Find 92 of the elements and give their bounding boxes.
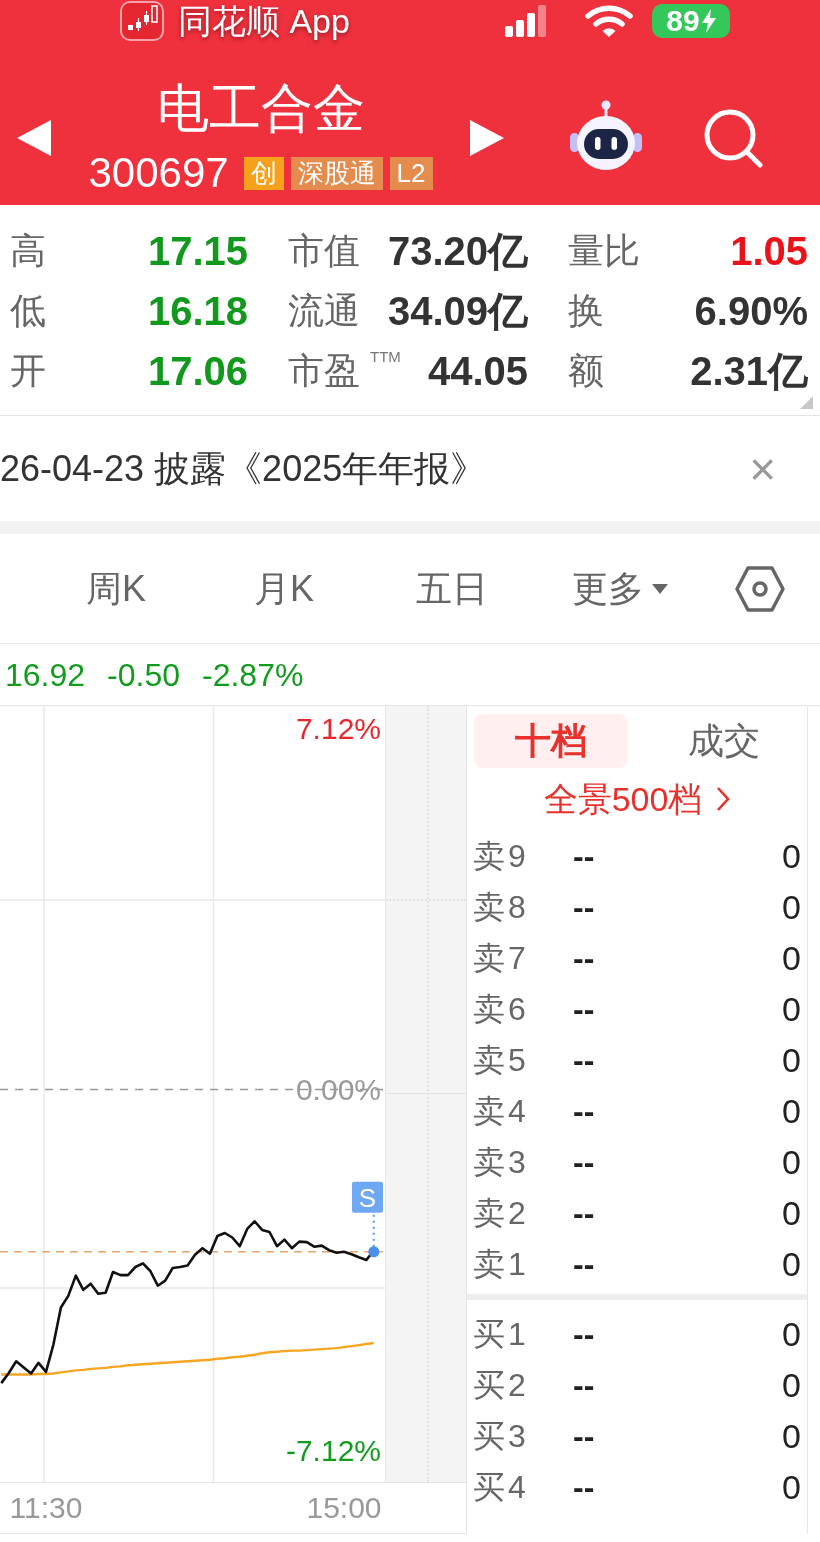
stat-value: 44.05 [427, 351, 528, 391]
wifi-icon [585, 4, 633, 38]
time-label: 11:30 [9, 1490, 83, 1526]
stock-code: 300697 [88, 154, 229, 192]
robot-assistant-icon[interactable] [568, 100, 644, 172]
stat-label: 市值 [288, 231, 360, 271]
level-price: -- [573, 1145, 595, 1178]
axis-label: -7.12% [285, 1434, 381, 1468]
level-label: 卖8 [473, 890, 530, 923]
level-label: 卖9 [473, 839, 530, 872]
level-price: -- [573, 941, 595, 974]
stat-value: 2.31亿 [690, 351, 808, 391]
annotation: S [358, 1182, 377, 1213]
level-price: -- [573, 839, 595, 872]
order-book-tab[interactable]: 十档 [474, 714, 627, 768]
level-price: -- [573, 1419, 595, 1452]
level-price: -- [573, 1043, 595, 1076]
level-price: -- [573, 1196, 595, 1229]
level-label: 买2 [473, 1368, 530, 1401]
stat-label: 开 [10, 351, 46, 391]
signal-icon [505, 5, 547, 37]
level-price: -- [573, 890, 595, 923]
level-price: -- [573, 1247, 595, 1280]
search-icon[interactable] [702, 108, 764, 168]
period-tab[interactable]: 周K [32, 570, 200, 607]
level-label: 卖3 [473, 1145, 530, 1178]
level-price: -- [573, 992, 595, 1025]
period-tab[interactable]: 五日 [368, 570, 536, 607]
level-volume: 0 [782, 1246, 801, 1281]
level-label: 卖6 [473, 992, 530, 1025]
stat-value: 17.15 [147, 231, 248, 271]
stat-value: 17.06 [147, 351, 248, 391]
level-volume: 0 [782, 1093, 801, 1128]
chevron-right-icon [716, 786, 731, 812]
level-volume: 0 [782, 1042, 801, 1077]
order-book-tab[interactable]: 成交 [647, 714, 800, 768]
level-volume: 0 [782, 889, 801, 924]
time-label: 15:00 [306, 1490, 382, 1526]
market-tag: L2 [389, 156, 433, 190]
level-volume: 0 [782, 1144, 801, 1179]
market-tag: 创 [243, 156, 284, 190]
stat-value: 1.05 [730, 231, 808, 271]
last-price: 16.92 [5, 658, 86, 691]
level-volume: 0 [782, 1418, 801, 1453]
level-label: 卖5 [473, 1043, 530, 1076]
app-icon [120, 1, 164, 41]
stat-label: 额 [568, 351, 604, 391]
stat-label: 换 [568, 291, 604, 331]
level-price: -- [573, 1317, 595, 1350]
market-tag: 深股通 [290, 156, 383, 190]
level-volume: 0 [782, 1195, 801, 1230]
level-volume: 0 [782, 991, 801, 1026]
caret-icon [652, 583, 668, 594]
stat-value: 16.18 [147, 291, 248, 331]
stat-label: 流通 [288, 291, 360, 331]
right-triangle-icon[interactable] [470, 120, 504, 156]
level-volume: 0 [782, 838, 801, 873]
level-label: 卖2 [473, 1196, 530, 1229]
level-label: 买1 [473, 1317, 530, 1350]
level-label: 买3 [473, 1419, 530, 1452]
stat-label: 市盈$^{TTM}$ [288, 351, 401, 391]
percent-change: -2.87% [202, 658, 304, 691]
battery-level: 89 [666, 6, 700, 36]
period-tab[interactable]: 月K [200, 570, 368, 607]
level-label: 买4 [473, 1470, 530, 1503]
level-volume: 0 [782, 1367, 801, 1402]
level-volume: 0 [782, 940, 801, 975]
level-label: 卖7 [473, 941, 530, 974]
level-volume: 0 [782, 1316, 801, 1351]
axis-label: 7.12% [295, 711, 381, 745]
stat-label: 低 [10, 291, 46, 331]
full-depth-link[interactable]: 全景500档 [543, 782, 731, 816]
stat-value: 6.90% [694, 291, 808, 331]
announcement-text[interactable]: 26-04-23 披露《2025年年报》 [0, 450, 487, 487]
level-label: 卖1 [473, 1247, 530, 1280]
stock-name: 电工合金 [156, 80, 365, 136]
axis-label: 0.00% [295, 1072, 381, 1106]
level-price: -- [573, 1368, 595, 1401]
settings-icon[interactable] [735, 565, 785, 612]
price-change: -0.50 [107, 658, 180, 691]
level-label: 卖4 [473, 1094, 530, 1127]
level-volume: 0 [782, 1469, 801, 1504]
stat-label: 量比 [568, 231, 640, 271]
app-name: 同花顺 App [178, 4, 350, 38]
stat-value: 73.20亿 [387, 231, 528, 271]
stat-value: 34.09亿 [387, 291, 528, 331]
charging-bolt-icon [701, 9, 716, 33]
period-tab[interactable]: 更多 [536, 570, 704, 607]
level-price: -- [573, 1470, 595, 1503]
level-price: -- [573, 1094, 595, 1127]
stat-label: 高 [10, 231, 46, 271]
left-triangle-icon[interactable] [17, 120, 51, 156]
